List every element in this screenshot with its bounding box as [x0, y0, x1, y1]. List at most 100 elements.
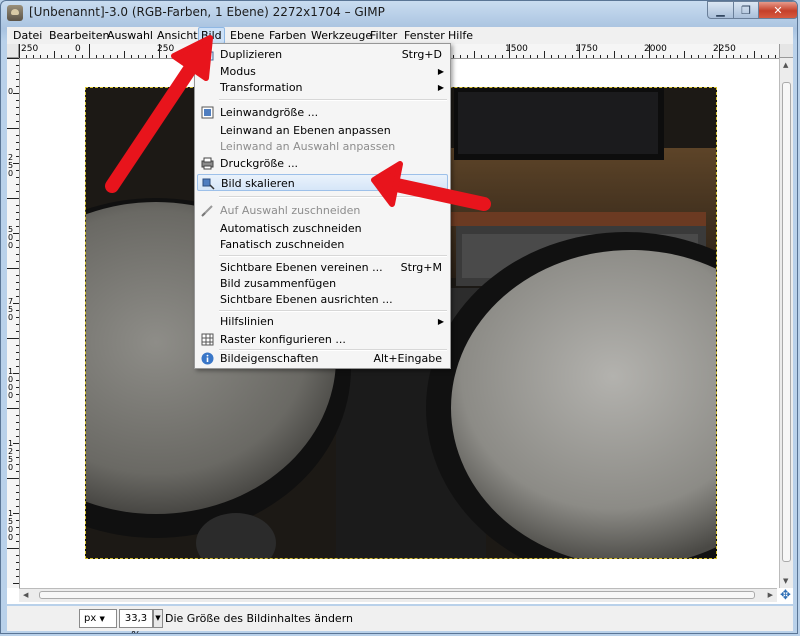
- print-size-icon: [201, 157, 214, 170]
- unit-select[interactable]: px ▼: [79, 609, 117, 628]
- menu-separator: [219, 99, 447, 101]
- ruler-tick: [16, 331, 19, 332]
- ruler-tick: [13, 513, 19, 514]
- zoom-to-fit-button[interactable]: [779, 44, 793, 58]
- ruler-tick: [16, 205, 19, 206]
- menu-auswahl[interactable]: Auswahl: [105, 28, 155, 43]
- scroll-up-icon[interactable]: ▲: [783, 61, 788, 69]
- menu-item-automatisch-zuschneiden[interactable]: Automatisch zuschneiden: [195, 220, 450, 237]
- vertical-ruler[interactable]: 0 250 500 750 1000 1250 1500: [7, 58, 20, 588]
- ruler-tick: [16, 184, 19, 185]
- ruler-tick: [670, 55, 671, 58]
- ruler-label: 750: [8, 297, 14, 322]
- ruler-tick: [16, 135, 19, 136]
- vertical-scrollbar[interactable]: ▲ ▼: [779, 58, 793, 588]
- ruler-tick: [523, 55, 524, 58]
- ruler-tick: [586, 55, 587, 58]
- menu-datei[interactable]: Datei: [11, 28, 44, 43]
- scroll-down-icon[interactable]: ▼: [783, 577, 788, 585]
- menu-item-raster-konfigurieren[interactable]: Raster konfigurieren ...: [195, 331, 450, 348]
- menu-item-bild-skalieren[interactable]: Bild skalieren: [197, 174, 448, 191]
- menu-item-leinwand-an-ebenen[interactable]: Leinwand an Ebenen anpassen: [195, 122, 450, 139]
- ruler-tick: [16, 114, 19, 115]
- ruler-tick: [16, 212, 19, 213]
- grid-icon: [201, 333, 214, 346]
- maximize-button[interactable]: ❐: [733, 1, 759, 19]
- scroll-left-icon[interactable]: ◀: [23, 591, 28, 599]
- ruler-tick: [16, 380, 19, 381]
- ruler-tick: [16, 289, 19, 290]
- ruler-tick: [16, 499, 19, 500]
- maximize-icon: ❐: [741, 3, 751, 17]
- vertical-scroll-thumb[interactable]: [782, 82, 791, 562]
- submenu-arrow-icon: ▶: [437, 67, 444, 76]
- menu-ebene[interactable]: Ebene: [228, 28, 266, 43]
- menu-item-transformation[interactable]: Transformation ▶: [195, 79, 450, 96]
- ruler-tick: [26, 55, 27, 58]
- menu-item-sichtbare-ebenen-ausrichten[interactable]: Sichtbare Ebenen ausrichten ...: [195, 291, 450, 308]
- ruler-tick: [16, 149, 19, 150]
- ruler-tick: [621, 55, 622, 58]
- menu-ansicht[interactable]: Ansicht: [155, 28, 200, 43]
- minimize-button[interactable]: ▁: [707, 1, 734, 19]
- ruler-tick: [733, 55, 734, 58]
- horizontal-scrollbar[interactable]: ◀ ▶: [19, 588, 777, 602]
- ruler-tick: [16, 65, 19, 66]
- menu-item-sichtbare-ebenen-vereinen[interactable]: Sichtbare Ebenen vereinen ... Strg+M: [195, 259, 450, 276]
- scroll-right-icon[interactable]: ▶: [768, 591, 773, 599]
- menu-filter[interactable]: Filter: [368, 28, 399, 43]
- quick-mask-toggle[interactable]: [7, 44, 19, 58]
- submenu-arrow-icon: ▶: [437, 83, 444, 92]
- menu-item-modus[interactable]: Modus ▶: [195, 63, 450, 80]
- ruler-tick: [16, 352, 19, 353]
- menu-werkzeuge[interactable]: Werkzeuge: [309, 28, 374, 43]
- menu-bearbeiten[interactable]: Bearbeiten: [47, 28, 111, 43]
- menu-hilfe[interactable]: Hilfe: [446, 28, 475, 43]
- menu-item-druckgroesse[interactable]: Druckgröße ...: [195, 155, 450, 172]
- menu-item-duplizieren[interactable]: Duplizieren Strg+D: [195, 46, 450, 63]
- navigate-icon[interactable]: ✥: [779, 589, 792, 602]
- menu-farben[interactable]: Farben: [267, 28, 308, 43]
- ruler-tick: [705, 55, 706, 58]
- minimize-icon: ▁: [716, 3, 725, 17]
- ruler-tick: [635, 55, 636, 58]
- ruler-tick: [16, 324, 19, 325]
- ruler-tick: [16, 107, 19, 108]
- zoom-dropdown-button[interactable]: ▼: [153, 609, 163, 628]
- ruler-tick: [16, 485, 19, 486]
- ruler-tick: [13, 303, 19, 304]
- menu-item-fanatisch-zuschneiden[interactable]: Fanatisch zuschneiden: [195, 236, 450, 253]
- menu-item-bildeigenschaften[interactable]: Bildeigenschaften Alt+Eingabe: [195, 350, 450, 367]
- ruler-tick: [16, 436, 19, 437]
- ruler-tick: [16, 170, 19, 171]
- zoom-input[interactable]: 33,3 %: [119, 609, 153, 633]
- ruler-tick: [124, 51, 125, 58]
- menu-item-leinwandgroesse[interactable]: Leinwandgröße ...: [195, 104, 450, 121]
- ruler-tick: [75, 55, 76, 58]
- ruler-tick: [740, 55, 741, 58]
- status-bar: px ▼ 33,3 % ▼ Die Größe des Bildinhaltes…: [7, 606, 793, 633]
- ruler-tick: [16, 394, 19, 395]
- ruler-tick: [16, 310, 19, 311]
- ruler-tick: [16, 555, 19, 556]
- ruler-tick: [16, 569, 19, 570]
- ruler-tick: [16, 261, 19, 262]
- menu-separator: [219, 255, 447, 257]
- ruler-tick: [131, 55, 132, 58]
- ruler-tick: [460, 55, 461, 58]
- ruler-label: 250: [8, 153, 14, 178]
- menu-bild[interactable]: Bild: [198, 27, 225, 44]
- ruler-tick: [551, 55, 552, 58]
- menu-item-bild-zusammenfuegen[interactable]: Bild zusammenfügen: [195, 275, 450, 292]
- ruler-tick: [40, 55, 41, 58]
- horizontal-scroll-thumb[interactable]: [39, 591, 755, 599]
- menu-fenster[interactable]: Fenster: [402, 28, 447, 43]
- menu-item-hilfslinien[interactable]: Hilfslinien ▶: [195, 313, 450, 330]
- ruler-tick: [16, 387, 19, 388]
- ruler-tick: [677, 55, 678, 58]
- ruler-tick: [16, 415, 19, 416]
- close-icon: ✕: [773, 3, 783, 17]
- close-button[interactable]: ✕: [758, 1, 797, 19]
- ruler-tick: [537, 55, 538, 58]
- gimp-app-icon: [7, 5, 23, 21]
